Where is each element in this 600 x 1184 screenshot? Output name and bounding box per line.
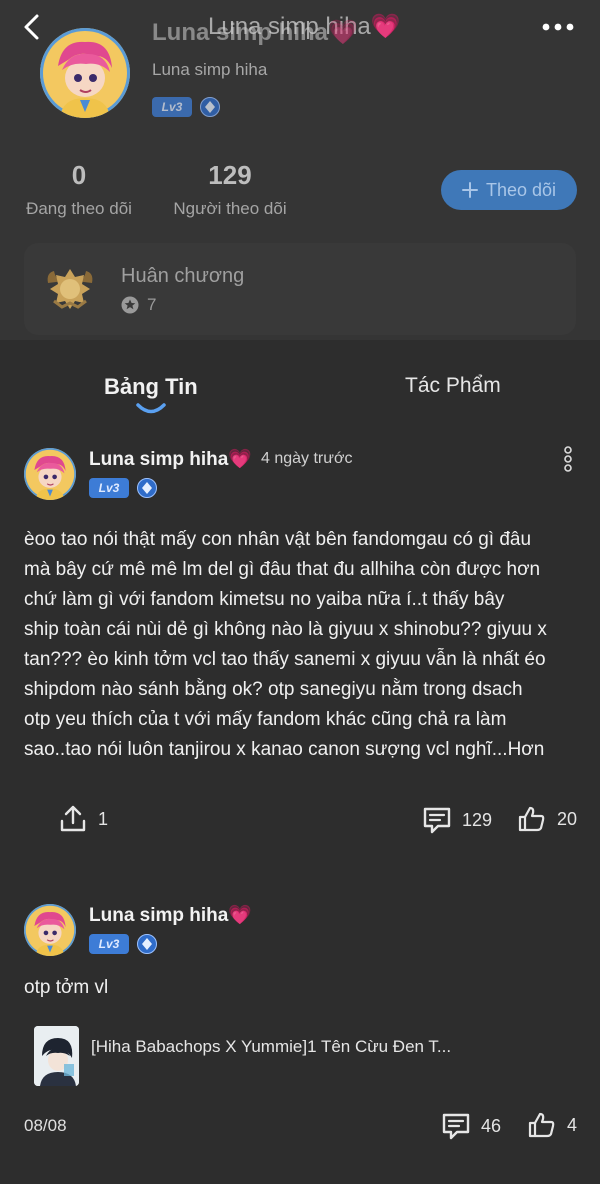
post-author-name[interactable]: Luna simp hiha💗 [89, 903, 252, 927]
shared-work-title: [Hiha Babachops X Yummie]1 Tên Cừu Đen T… [91, 1037, 452, 1056]
share-icon [60, 805, 86, 832]
like-count: 4 [567, 1114, 578, 1135]
post-body-line: tan??? èo kinh tởm vcl tao thấy sanemi x… [24, 649, 546, 670]
more-horizontal-icon [542, 23, 574, 31]
like-button[interactable]: 20 [517, 804, 577, 834]
profile-handle: Luna simp hiha [152, 60, 268, 79]
profile-header: Luna simp hiha💗 Luna simp hiha💗 Luna sim… [0, 0, 600, 340]
post-body-line: chứ làm gì với fandom kimetsu no yaiba n… [24, 589, 505, 610]
medal-count-row: 7 [121, 295, 156, 315]
comment-count: 46 [481, 1115, 502, 1136]
plus-icon [461, 182, 478, 198]
tab-works[interactable]: Tác Phẩm [405, 374, 501, 398]
post-time: 4 ngày trước [261, 450, 353, 467]
following-count: 0 [71, 160, 87, 190]
tab-feed[interactable]: Bảng Tin [104, 374, 198, 400]
medal-icon [44, 263, 96, 315]
post-body[interactable]: èoo tao nói thật mấy con nhân vật bên fa… [24, 525, 584, 765]
post-body[interactable]: otp tởm vl [24, 973, 108, 1003]
medal-count: 7 [147, 295, 157, 314]
active-tab-indicator [136, 403, 166, 414]
shared-work-thumbnail [34, 1026, 79, 1086]
following-label: Đang theo dõi [26, 199, 132, 218]
gem-badge-icon[interactable] [137, 478, 157, 498]
medal-card[interactable]: Huân chương 7 [24, 243, 576, 335]
comment-button[interactable]: 46 [441, 1111, 501, 1141]
gem-badge-icon[interactable] [200, 97, 220, 117]
thumbs-up-icon [528, 1112, 555, 1138]
shared-work-card[interactable]: [Hiha Babachops X Yummie]1 Tên Cừu Đen T… [34, 1026, 574, 1088]
back-button[interactable] [18, 12, 48, 42]
like-count: 20 [557, 808, 578, 829]
post-body-line: mà bây cứ mê mê lm del gì đâu that đu al… [24, 559, 541, 580]
post-body-line: sao..tao nói luôn tanjirou x kanao canon… [24, 739, 545, 760]
comment-button[interactable]: 129 [422, 805, 492, 835]
thumbs-up-icon [518, 806, 545, 832]
followers-count: 129 [208, 160, 252, 190]
post-body-line: ship toàn cái nùi dẻ gì không nào là giy… [24, 619, 547, 640]
profile-badges: Lv3 [152, 97, 220, 117]
following-stat[interactable]: 0 Đang theo dõi [22, 160, 136, 219]
chevron-left-icon [24, 14, 39, 40]
profile-avatar[interactable] [40, 28, 130, 118]
gem-badge-icon[interactable] [137, 934, 157, 954]
comment-icon [442, 1113, 470, 1140]
star-badge-icon [121, 296, 139, 314]
share-button[interactable]: 1 [58, 804, 108, 834]
followers-stat[interactable]: 129 Người theo dõi [168, 160, 292, 219]
post-author-avatar[interactable] [24, 448, 76, 500]
post-author-badges: Lv3 [89, 934, 157, 954]
post-author-avatar[interactable] [24, 904, 76, 956]
level-badge[interactable]: Lv3 [152, 97, 192, 117]
level-badge[interactable]: Lv3 [89, 934, 129, 954]
post-date: 08/08 [24, 1116, 67, 1135]
post-body-line: èoo tao nói thật mấy con nhân vật bên fa… [24, 529, 532, 550]
post-menu-icon[interactable] [561, 446, 575, 474]
post-author-badges: Lv3 [89, 478, 157, 498]
medal-title: Huân chương [121, 265, 245, 287]
follow-button-label: Theo dõi [485, 179, 557, 200]
comment-icon [423, 807, 451, 834]
level-badge[interactable]: Lv3 [89, 478, 129, 498]
profile-name: Luna simp hiha💗 [152, 19, 358, 46]
post-body-line: shipdom nào sánh bằng ok? otp sanegiyu n… [24, 679, 523, 700]
share-count: 1 [98, 808, 109, 829]
post-author-name[interactable]: Luna simp hiha💗 [89, 447, 252, 471]
like-button[interactable]: 4 [527, 1110, 577, 1140]
more-options-button[interactable] [538, 12, 578, 42]
followers-label: Người theo dõi [173, 199, 287, 218]
profile-tabs: Bảng Tin Tác Phẩm [0, 340, 600, 420]
follow-button[interactable]: Theo dõi [441, 170, 577, 210]
post-body-line: otp yeu thích của t với mấy fandom khác … [24, 709, 507, 730]
comment-count: 129 [462, 809, 493, 830]
